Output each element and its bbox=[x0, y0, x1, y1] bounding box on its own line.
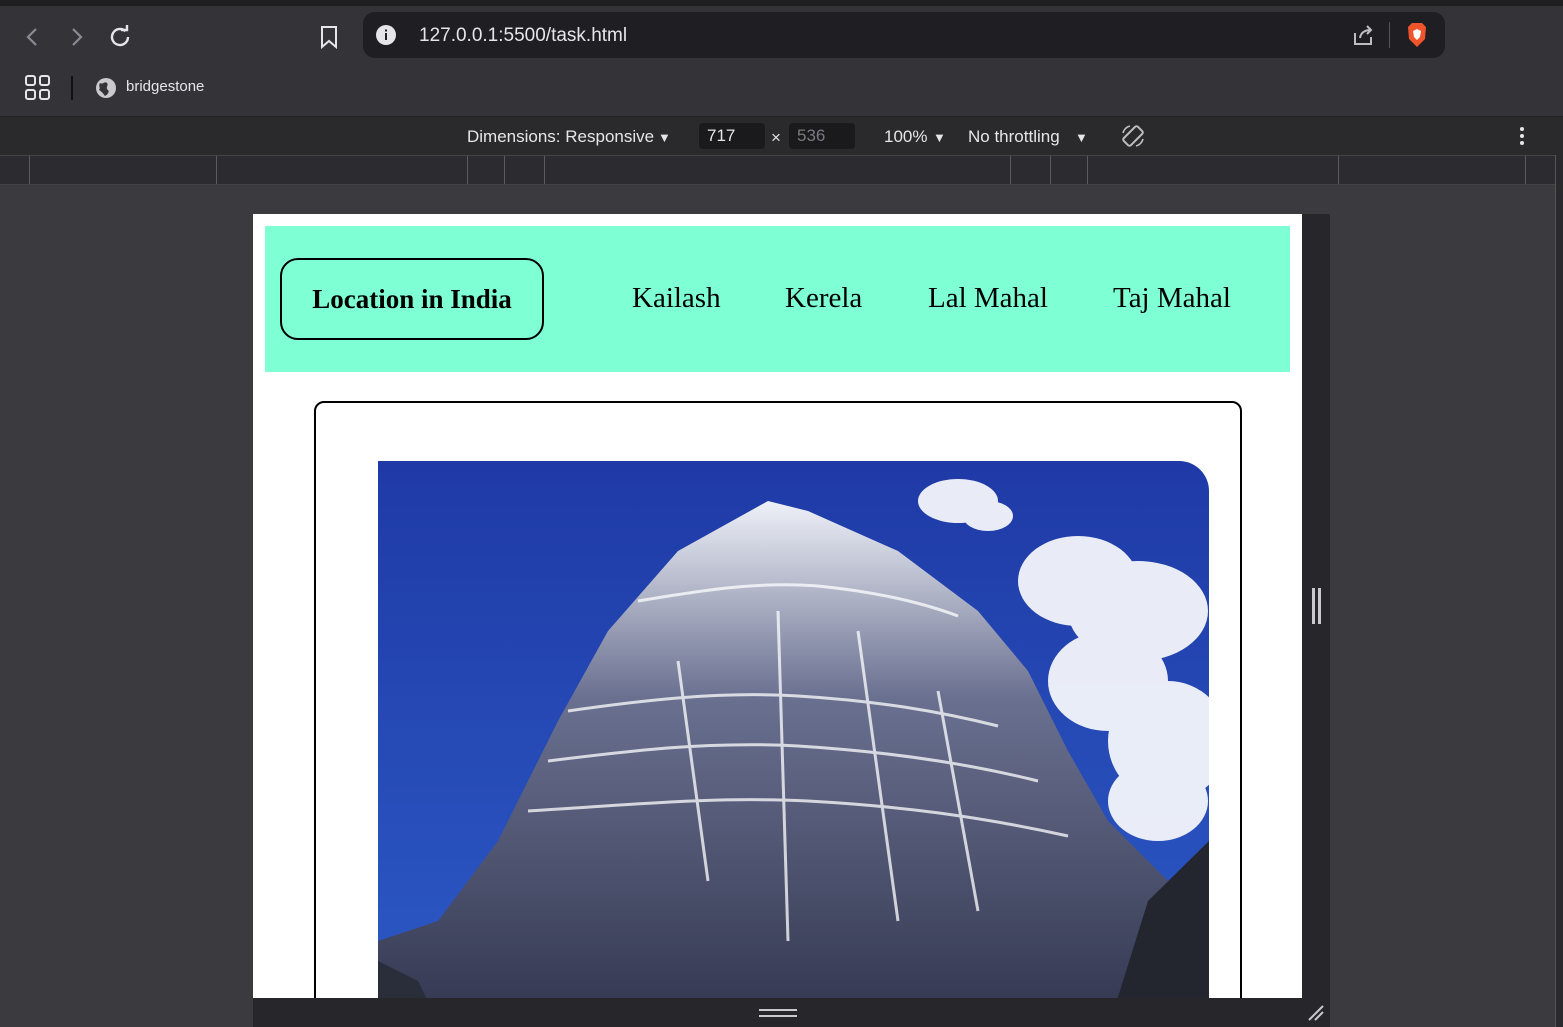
media-query-ruler[interactable] bbox=[0, 155, 1555, 185]
ruler-mark bbox=[1338, 156, 1339, 184]
width-input[interactable]: 717 bbox=[699, 123, 765, 149]
forward-button[interactable] bbox=[63, 24, 89, 50]
share-icon[interactable] bbox=[1351, 23, 1375, 47]
nav-link-lal-mahal[interactable]: Lal Mahal bbox=[928, 282, 1048, 315]
device-toolbar: Dimensions: Responsive ▼ 717 × 536 100% … bbox=[0, 116, 1563, 155]
ruler-mark bbox=[29, 156, 30, 184]
throttling-dropdown[interactable]: No throttling bbox=[968, 127, 1060, 147]
devtools-side-panel bbox=[1555, 155, 1563, 1027]
ruler-mark bbox=[467, 156, 468, 184]
viewport-side-handle-area bbox=[1302, 214, 1330, 998]
resize-handle-bar[interactable] bbox=[1318, 588, 1321, 624]
page-viewport: Location in India Kailash Kerela Lal Mah… bbox=[253, 214, 1302, 998]
bookmark-button[interactable] bbox=[316, 24, 342, 50]
ruler-mark bbox=[504, 156, 505, 184]
globe-icon bbox=[96, 78, 116, 98]
reload-icon bbox=[110, 25, 130, 47]
ruler-mark bbox=[1525, 156, 1526, 184]
more-vert-icon[interactable] bbox=[1512, 126, 1532, 146]
mountain-illustration bbox=[378, 461, 1209, 998]
site-header: Location in India Kailash Kerela Lal Mah… bbox=[265, 226, 1290, 372]
separator bbox=[1389, 22, 1390, 48]
content-card bbox=[314, 401, 1242, 998]
reload-button[interactable] bbox=[107, 24, 133, 50]
rotate-icon[interactable] bbox=[1120, 123, 1146, 149]
resize-handle-bar[interactable] bbox=[759, 1009, 797, 1011]
logo-button[interactable]: Location in India bbox=[280, 258, 544, 340]
url-text: 127.0.0.1:5500/task.html bbox=[419, 25, 628, 46]
ruler-mark bbox=[216, 156, 217, 184]
times-sign: × bbox=[771, 128, 781, 147]
bookmarks-bar: bridgestone bbox=[0, 66, 1563, 116]
dimensions-dropdown[interactable]: Dimensions: Responsive bbox=[467, 127, 654, 147]
ruler-mark bbox=[1050, 156, 1051, 184]
back-button[interactable] bbox=[20, 24, 46, 50]
resize-handle-bar[interactable] bbox=[759, 1015, 797, 1017]
separator bbox=[71, 76, 73, 100]
bookmark-label: bridgestone bbox=[126, 78, 205, 95]
ruler-mark bbox=[544, 156, 545, 184]
height-input[interactable]: 536 bbox=[789, 123, 855, 149]
ruler-mark bbox=[1087, 156, 1088, 184]
kailash-mountain-image bbox=[378, 461, 1209, 998]
browser-toolbar: 127.0.0.1:5500/task.html bbox=[0, 6, 1563, 66]
caret-down-icon: ▼ bbox=[658, 130, 671, 145]
info-icon[interactable] bbox=[376, 25, 396, 45]
corner-resize-icon[interactable] bbox=[1307, 1004, 1325, 1022]
caret-down-icon: ▼ bbox=[1075, 130, 1088, 145]
chevron-right-icon bbox=[72, 28, 83, 46]
nav-link-kailash[interactable]: Kailash bbox=[632, 282, 721, 315]
nav-link-taj-mahal[interactable]: Taj Mahal bbox=[1113, 282, 1231, 315]
address-bar[interactable]: 127.0.0.1:5500/task.html bbox=[363, 12, 1445, 58]
bookmark-icon bbox=[321, 26, 337, 50]
viewport-bottom-handle-area bbox=[253, 998, 1330, 1027]
nav-link-kerela[interactable]: Kerela bbox=[785, 282, 862, 315]
caret-down-icon: ▼ bbox=[933, 130, 946, 145]
brave-shield-icon[interactable] bbox=[1405, 21, 1429, 49]
resize-handle-bar[interactable] bbox=[1312, 588, 1315, 624]
zoom-dropdown[interactable]: 100% bbox=[884, 127, 927, 147]
apps-grid-icon[interactable] bbox=[25, 75, 51, 101]
ruler-mark bbox=[1010, 156, 1011, 184]
chevron-left-icon bbox=[26, 28, 37, 46]
bookmark-item-bridgestone[interactable]: bridgestone bbox=[94, 74, 274, 102]
